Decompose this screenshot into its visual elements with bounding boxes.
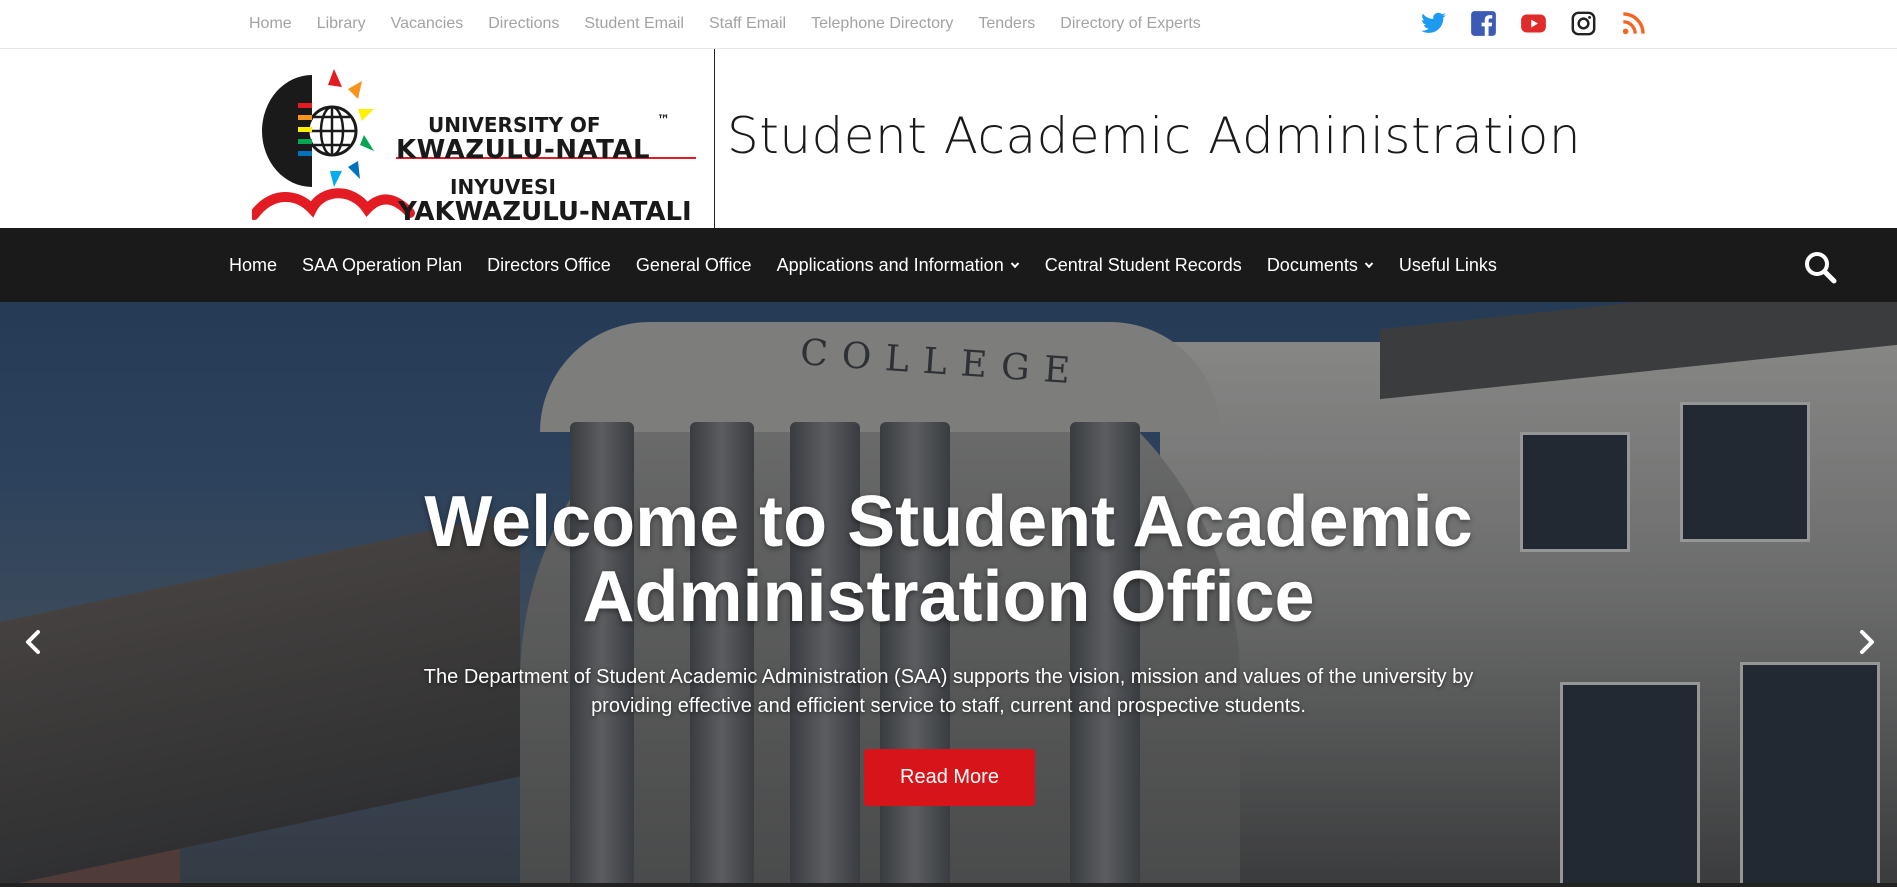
slider-next-arrow-icon[interactable] [1852,622,1882,662]
youtube-icon[interactable] [1520,10,1547,37]
hero-description-line2: providing effective and efficient servic… [591,695,1306,717]
site-title: Student Academic Administration [727,107,1582,165]
instagram-icon[interactable] [1570,10,1597,37]
toplink-staff-email[interactable]: Staff Email [709,15,786,33]
nav-item-applications-and-information[interactable]: Applications and Information [777,255,1020,276]
site-header: UNIVERSITY OF KWAZULU-NATAL ™ INYUVESI Y… [0,49,1897,228]
hero-title-line2: Administration Office [582,557,1315,637]
toplink-directions[interactable]: Directions [488,15,559,33]
nav-item-label: Home [229,254,278,275]
hero-bottom-strip [0,883,1897,887]
nav-item-useful-links[interactable]: Useful Links [1399,255,1497,276]
chevron-down-icon [1010,262,1019,269]
logo-line-university-of: UNIVERSITY OF [428,113,601,137]
slider-prev-arrow-icon[interactable] [18,622,48,662]
hero-slider: COLLEGE Welcome to Student Academic Admi… [0,302,1897,887]
toplink-home[interactable]: Home [249,15,292,33]
hero-description: The Department of Student Academic Admin… [380,663,1517,721]
nav-item-label: Useful Links [1398,254,1497,275]
toplink-directory-of-experts[interactable]: Directory of Experts [1060,15,1200,33]
nav-item-documents[interactable]: Documents [1267,255,1374,276]
nav-item-saa-operation-plan[interactable]: SAA Operation Plan [302,255,462,276]
chevron-down-icon [1364,262,1374,269]
ukzn-logo[interactable]: UNIVERSITY OF KWAZULU-NATAL ™ INYUVESI Y… [249,63,702,227]
social-links [1420,10,1670,37]
toplink-library[interactable]: Library [317,15,366,33]
nav-item-label: Directors Office [487,254,611,275]
nav-item-general-office[interactable]: General Office [636,255,752,276]
top-links: Home Library Vacancies Directions Studen… [249,0,1226,48]
hero-title-line1: Welcome to Student Academic [424,482,1473,562]
header-divider [714,49,715,228]
logo-line-yakwazulu-natali: YAKWAZULU-NATALI [398,197,692,227]
toplink-tenders[interactable]: Tenders [978,15,1035,33]
nav-item-label: Applications and Information [776,254,1004,275]
nav-item-central-student-records[interactable]: Central Student Records [1045,255,1242,276]
logo-line-inyuvesi: INYUVESI [450,175,556,199]
read-more-button[interactable]: Read More [864,749,1035,806]
toplink-vacancies[interactable]: Vacancies [391,15,464,33]
nav-item-label: Central Student Records [1044,254,1242,275]
facebook-icon[interactable] [1470,10,1497,37]
nav-item-directors-office[interactable]: Directors Office [487,255,611,276]
hero-description-line1: The Department of Student Academic Admin… [423,666,1474,688]
twitter-icon[interactable] [1420,10,1447,37]
nav-item-label: Documents [1266,254,1358,275]
logo-line-kwazulu-natal: KWAZULU-NATAL [396,135,651,165]
nav-item-home[interactable]: Home [229,255,277,276]
hero-title: Welcome to Student Academic Administrati… [0,485,1897,635]
toplink-telephone-directory[interactable]: Telephone Directory [811,15,953,33]
toplink-student-email[interactable]: Student Email [584,15,684,33]
nav-item-label: SAA Operation Plan [302,254,463,275]
logo-tm: ™ [657,113,670,128]
main-nav: Home SAA Operation Plan Directors Office… [0,228,1897,302]
rss-icon[interactable] [1620,10,1647,37]
nav-item-label: General Office [635,254,752,275]
search-icon[interactable] [1803,250,1837,284]
top-utility-bar: Home Library Vacancies Directions Studen… [0,0,1897,49]
nav-links: Home SAA Operation Plan Directors Office… [229,228,1522,302]
